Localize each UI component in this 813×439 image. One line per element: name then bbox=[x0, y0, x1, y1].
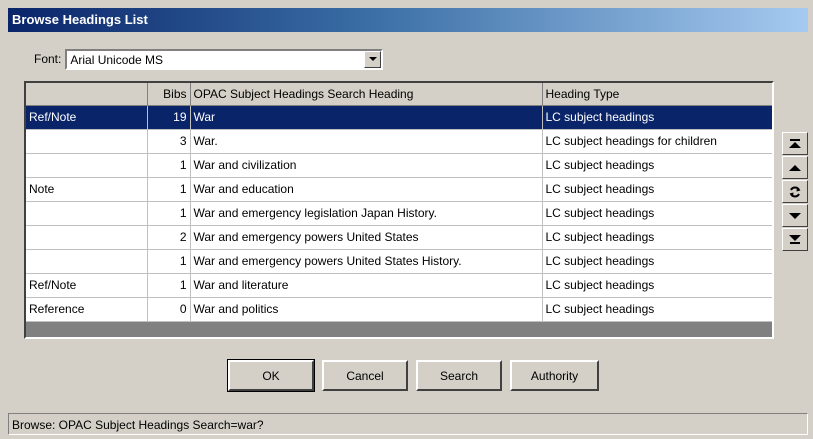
cell-bibs: 2 bbox=[147, 225, 191, 250]
authority-button[interactable]: Authority bbox=[510, 360, 599, 391]
header-row: Bibs OPAC Subject Headings Search Headin… bbox=[26, 83, 772, 106]
refresh-icon bbox=[789, 186, 801, 197]
page-up-button[interactable] bbox=[782, 156, 808, 179]
cell-type: LC subject headings bbox=[542, 201, 772, 226]
font-select[interactable]: Arial Unicode MS bbox=[65, 48, 384, 70]
cancel-button[interactable]: Cancel bbox=[322, 360, 408, 391]
search-button[interactable]: Search bbox=[416, 360, 502, 391]
cell-bibs: 1 bbox=[147, 273, 191, 298]
cell-type: LC subject headings bbox=[542, 105, 772, 130]
cell-heading: War and civilization bbox=[190, 153, 543, 178]
headings-grid[interactable]: Bibs OPAC Subject Headings Search Headin… bbox=[24, 81, 774, 339]
table-row[interactable]: Ref/Note 19 War LC subject headings bbox=[26, 105, 772, 130]
cell-type: LC subject headings bbox=[542, 273, 772, 298]
cell-type: LC subject headings bbox=[542, 297, 772, 322]
page-down-icon bbox=[789, 212, 801, 219]
status-bar: Browse: OPAC Subject Headings Search=war… bbox=[8, 413, 808, 435]
dialog-buttons: OK Cancel Search Authority bbox=[227, 359, 599, 392]
cell-bibs: 19 bbox=[147, 105, 191, 130]
cell-heading: War and politics bbox=[190, 297, 543, 322]
column-header-ref[interactable] bbox=[26, 83, 148, 106]
column-header-type[interactable]: Heading Type bbox=[542, 83, 772, 106]
cell-heading: War and education bbox=[190, 177, 543, 202]
search-label: Search bbox=[439, 368, 479, 383]
cell-ref: Ref/Note bbox=[26, 105, 148, 130]
font-row: Font: Arial Unicode MS bbox=[34, 48, 384, 70]
headings-table: Bibs OPAC Subject Headings Search Headin… bbox=[26, 83, 772, 322]
table-row[interactable]: 1 War and emergency powers United States … bbox=[26, 249, 772, 274]
font-select-value: Arial Unicode MS bbox=[70, 52, 164, 67]
chevron-down-icon[interactable] bbox=[364, 50, 382, 68]
cell-ref bbox=[26, 129, 148, 154]
cell-bibs: 3 bbox=[147, 129, 191, 154]
ok-button[interactable]: OK bbox=[227, 359, 315, 392]
cell-ref bbox=[26, 249, 148, 274]
authority-label: Authority bbox=[530, 368, 579, 383]
navigation-buttons bbox=[782, 132, 808, 252]
table-row[interactable]: 3 War. LC subject headings for children bbox=[26, 129, 772, 154]
table-row[interactable]: Note 1 War and education LC subject heading… bbox=[26, 177, 772, 202]
cell-bibs: 1 bbox=[147, 153, 191, 178]
cell-type: LC subject headings bbox=[542, 225, 772, 250]
ok-label: OK bbox=[262, 368, 280, 383]
cell-bibs: 1 bbox=[147, 201, 191, 226]
cell-ref: Reference bbox=[26, 297, 148, 322]
table-row[interactable]: 1 War and civilization LC subject headings bbox=[26, 153, 772, 178]
cell-bibs: 0 bbox=[147, 297, 191, 322]
cell-heading: War and emergency powers United States H… bbox=[190, 249, 543, 274]
cell-type: LC subject headings bbox=[542, 177, 772, 202]
cell-heading: War and emergency legislation Japan Hist… bbox=[190, 201, 543, 226]
cell-bibs: 1 bbox=[147, 177, 191, 202]
cell-ref: Note bbox=[26, 177, 148, 202]
table-row[interactable]: Ref/Note 1 War and literature LC subject he… bbox=[26, 273, 772, 298]
page-down-button[interactable] bbox=[782, 204, 808, 227]
table-row[interactable]: Reference 0 War and politics LC subject hea… bbox=[26, 297, 772, 322]
cell-heading: War. bbox=[190, 129, 543, 154]
table-row[interactable]: 2 War and emergency powers United States L… bbox=[26, 225, 772, 250]
window-title: Browse Headings List bbox=[8, 8, 808, 32]
cell-type: LC subject headings for children bbox=[542, 129, 772, 154]
page-up-icon bbox=[789, 164, 801, 171]
cell-heading: War and literature bbox=[190, 273, 543, 298]
cancel-label: Cancel bbox=[346, 368, 384, 383]
cell-ref bbox=[26, 225, 148, 250]
first-page-button[interactable] bbox=[782, 132, 808, 155]
cell-type: LC subject headings bbox=[542, 153, 772, 178]
last-page-button[interactable] bbox=[782, 228, 808, 251]
column-header-bibs[interactable]: Bibs bbox=[147, 83, 191, 106]
cell-type: LC subject headings bbox=[542, 249, 772, 274]
cell-heading: War and emergency powers United States bbox=[190, 225, 543, 250]
cell-ref bbox=[26, 201, 148, 226]
cell-bibs: 1 bbox=[147, 249, 191, 274]
table-row[interactable]: 1 War and emergency legislation Japan His… bbox=[26, 201, 772, 226]
cell-ref bbox=[26, 153, 148, 178]
cell-ref: Ref/Note bbox=[26, 273, 148, 298]
cell-heading: War bbox=[190, 105, 543, 130]
font-label: Font: bbox=[34, 52, 62, 66]
last-page-icon bbox=[789, 235, 801, 244]
column-header-heading[interactable]: OPAC Subject Headings Search Heading bbox=[190, 83, 543, 106]
first-page-icon bbox=[789, 139, 801, 148]
refresh-button[interactable] bbox=[782, 180, 808, 203]
